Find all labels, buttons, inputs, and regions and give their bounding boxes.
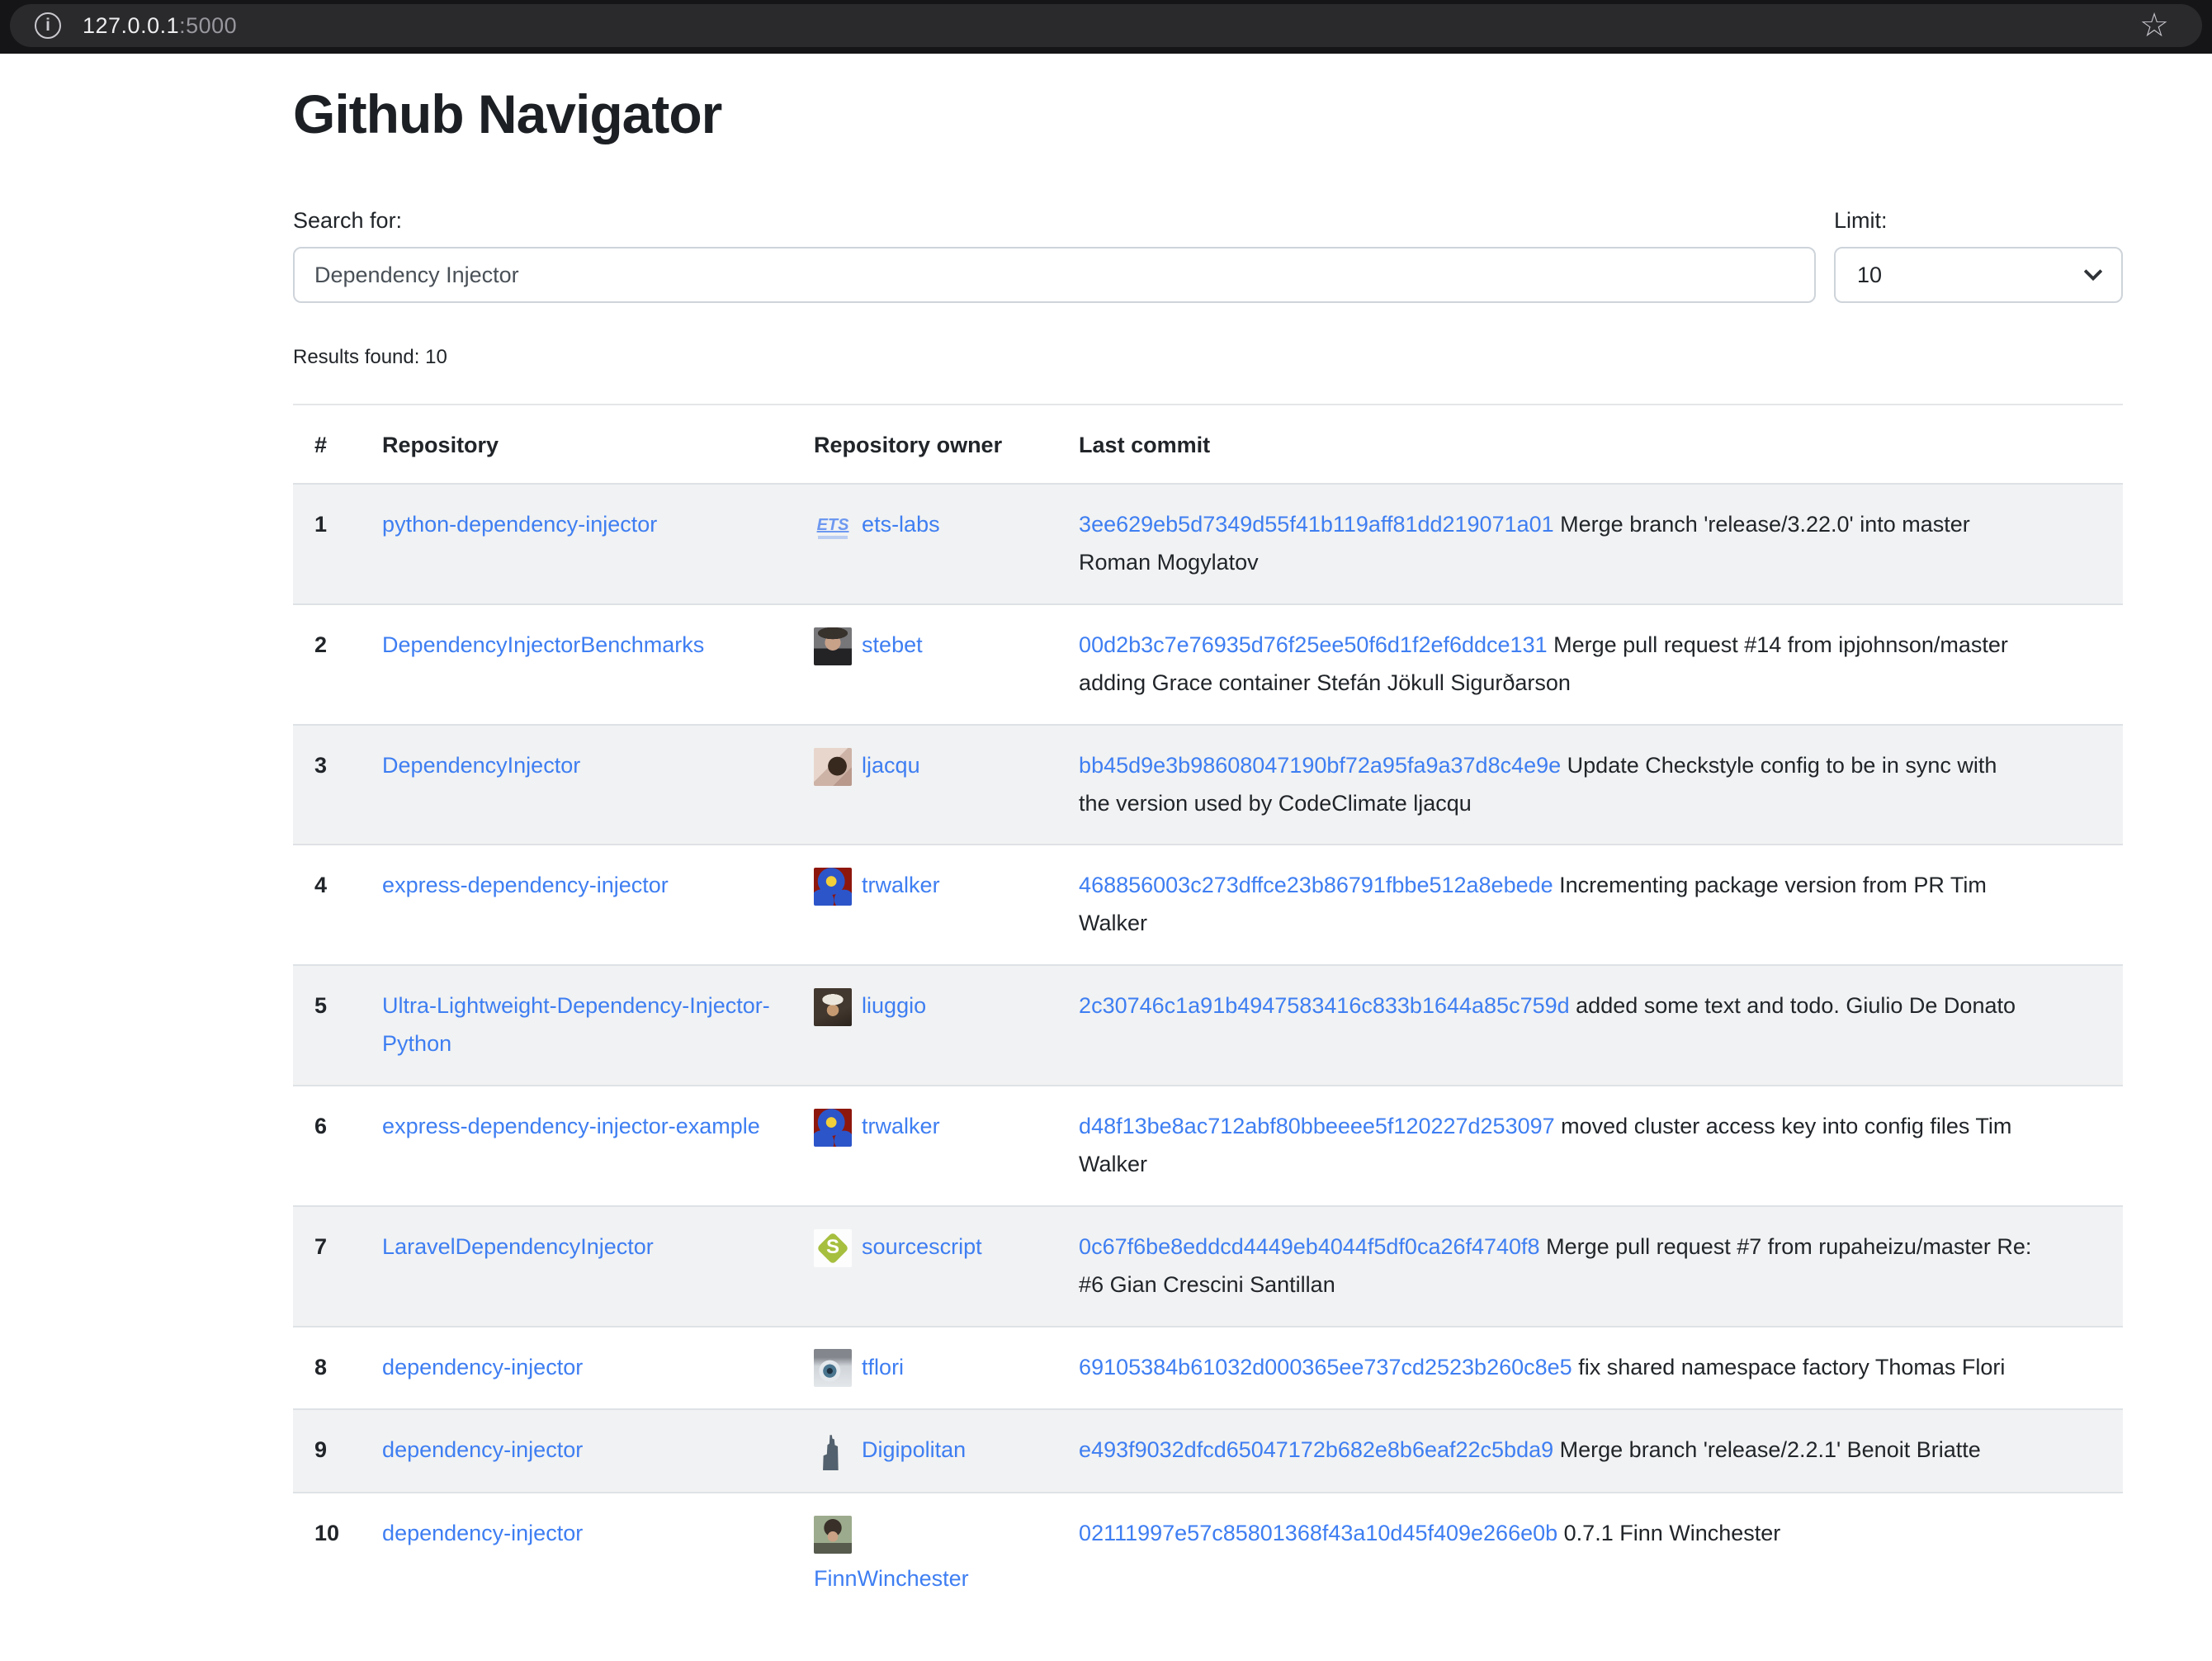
repo-link[interactable]: DependencyInjector	[382, 753, 580, 778]
header-last-commit: Last commit	[1057, 405, 2123, 484]
url-host: 127.0.0.1	[83, 13, 179, 38]
trwalker-avatar	[814, 1109, 852, 1147]
digipolitan-building-logo-avatar	[814, 1432, 852, 1470]
limit-column: Limit: 10	[1834, 208, 2123, 303]
results-table: # Repository Repository owner Last commi…	[293, 405, 2123, 1620]
commit-hash-link[interactable]: 69105384b61032d000365ee737cd2523b260c8e5	[1079, 1355, 1572, 1379]
owner-name: trwalker	[862, 1114, 940, 1138]
row-number: 10	[293, 1493, 361, 1620]
owner-link[interactable]: Digipolitan	[814, 1437, 966, 1462]
owner-link[interactable]: liuggio	[814, 993, 926, 1018]
table-row: 2 DependencyInjectorBenchmarks stebet 00…	[293, 604, 2123, 725]
owner-link[interactable]: ets-labs	[814, 512, 940, 537]
commit-message: fix shared namespace factory Thomas Flor…	[1578, 1355, 2005, 1379]
owner-name: trwalker	[862, 873, 940, 897]
owner-name: ets-labs	[862, 512, 940, 537]
owner-name: liuggio	[862, 993, 926, 1018]
results-count: Results found: 10	[293, 346, 2123, 369]
sourcescript-logo-avatar	[814, 1229, 852, 1267]
url-text[interactable]: 127.0.0.1:5000	[83, 13, 237, 39]
search-form: Search for: Limit: 10	[293, 208, 2123, 303]
browser-topbar: i 127.0.0.1:5000 ☆	[0, 0, 2212, 54]
commit-hash-link[interactable]: d48f13be8ac712abf80bbeeee5f120227d253097	[1079, 1114, 1555, 1138]
row-number: 4	[293, 845, 361, 965]
owner-link[interactable]: stebet	[814, 632, 923, 657]
commit-message: added some text and todo. Giulio De Dona…	[1576, 993, 2016, 1018]
repo-link[interactable]: dependency-injector	[382, 1437, 583, 1462]
finnwinchester-avatar	[814, 1516, 852, 1554]
commit-hash-link[interactable]: 3ee629eb5d7349d55f41b119aff81dd219071a01	[1079, 512, 1554, 537]
repo-link[interactable]: express-dependency-injector-example	[382, 1114, 760, 1138]
repo-link[interactable]: dependency-injector	[382, 1355, 583, 1379]
owner-name: sourcescript	[862, 1234, 982, 1259]
ets-labs-logo-avatar	[814, 507, 852, 545]
table-header-row: # Repository Repository owner Last commi…	[293, 405, 2123, 484]
row-number: 7	[293, 1206, 361, 1327]
owner-name: FinnWinchester	[814, 1560, 1036, 1598]
commit-hash-link[interactable]: 0c67f6be8eddcd4449eb4044f5df0ca26f4740f8	[1079, 1234, 1540, 1259]
limit-selected-value: 10	[1857, 263, 1882, 288]
owner-link[interactable]: ljacqu	[814, 753, 920, 778]
repo-link[interactable]: dependency-injector	[382, 1521, 583, 1545]
row-number: 2	[293, 604, 361, 725]
limit-label: Limit:	[1834, 208, 2123, 234]
repo-link[interactable]: DependencyInjectorBenchmarks	[382, 632, 704, 657]
table-row: 4 express-dependency-injector trwalker 4…	[293, 845, 2123, 965]
repo-link[interactable]: Ultra-Lightweight-Dependency-Injector-Py…	[382, 993, 770, 1056]
commit-message: Merge branch 'release/2.2.1' Benoit Bria…	[1560, 1437, 1981, 1462]
row-number: 9	[293, 1409, 361, 1493]
owner-name: Digipolitan	[862, 1437, 966, 1462]
table-row: 7 LaravelDependencyInjector sourcescript…	[293, 1206, 2123, 1327]
header-num: #	[293, 405, 361, 484]
search-input[interactable]	[293, 247, 1816, 303]
header-repository-owner: Repository owner	[792, 405, 1057, 484]
owner-name: tflori	[862, 1355, 904, 1379]
site-info-icon[interactable]: i	[35, 12, 61, 39]
row-number: 8	[293, 1327, 361, 1410]
table-row: 3 DependencyInjector ljacqu bb45d9e3b986…	[293, 725, 2123, 845]
stebet-avatar	[814, 627, 852, 665]
table-row: 10 dependency-injector FinnWinchester 02…	[293, 1493, 2123, 1620]
owner-link[interactable]: sourcescript	[814, 1234, 982, 1259]
ljacqu-avatar	[814, 748, 852, 786]
trwalker-avatar	[814, 868, 852, 906]
table-row: 1 python-dependency-injector ets-labs 3e…	[293, 484, 2123, 604]
table-row: 6 express-dependency-injector-example tr…	[293, 1086, 2123, 1206]
owner-name: ljacqu	[862, 753, 920, 778]
search-label: Search for:	[293, 208, 1816, 234]
repo-link[interactable]: express-dependency-injector	[382, 873, 669, 897]
tflori-avatar	[814, 1349, 852, 1387]
owner-link[interactable]: trwalker	[814, 1114, 940, 1138]
commit-hash-link[interactable]: 02111997e57c85801368f43a10d45f409e266e0b	[1079, 1521, 1557, 1545]
commit-hash-link[interactable]: e493f9032dfcd65047172b682e8b6eaf22c5bda9	[1079, 1437, 1553, 1462]
address-bar[interactable]: i 127.0.0.1:5000 ☆	[10, 4, 2202, 47]
owner-link[interactable]: tflori	[814, 1355, 904, 1379]
limit-select[interactable]: 10	[1834, 247, 2123, 303]
row-number: 1	[293, 484, 361, 604]
repo-link[interactable]: LaravelDependencyInjector	[382, 1234, 654, 1259]
bookmark-star-icon[interactable]: ☆	[2139, 9, 2169, 42]
chevron-down-icon	[2084, 263, 2103, 282]
commit-hash-link[interactable]: 468856003c273dffce23b86791fbbe512a8ebede	[1079, 873, 1553, 897]
liuggio-avatar	[814, 988, 852, 1026]
header-repository: Repository	[361, 405, 792, 484]
commit-hash-link[interactable]: 00d2b3c7e76935d76f25ee50f6d1f2ef6ddce131	[1079, 632, 1548, 657]
row-number: 5	[293, 965, 361, 1086]
table-row: 5 Ultra-Lightweight-Dependency-Injector-…	[293, 965, 2123, 1086]
search-column: Search for:	[293, 208, 1816, 303]
owner-name: stebet	[862, 632, 923, 657]
repo-link[interactable]: python-dependency-injector	[382, 512, 657, 537]
owner-link[interactable]: FinnWinchester	[814, 1521, 1036, 1598]
row-number: 6	[293, 1086, 361, 1206]
page-title: Github Navigator	[293, 82, 2123, 147]
commit-hash-link[interactable]: 2c30746c1a91b4947583416c833b1644a85c759d	[1079, 993, 1570, 1018]
page-content: Github Navigator Search for: Limit: 10 R…	[293, 82, 2123, 1620]
table-row: 8 dependency-injector tflori 69105384b61…	[293, 1327, 2123, 1410]
table-row: 9 dependency-injector Digipolitan e493f9…	[293, 1409, 2123, 1493]
row-number: 3	[293, 725, 361, 845]
commit-message: 0.7.1 Finn Winchester	[1564, 1521, 1781, 1545]
url-port: :5000	[179, 13, 237, 38]
commit-hash-link[interactable]: bb45d9e3b98608047190bf72a95fa9a37d8c4e9e	[1079, 753, 1561, 778]
owner-link[interactable]: trwalker	[814, 873, 940, 897]
